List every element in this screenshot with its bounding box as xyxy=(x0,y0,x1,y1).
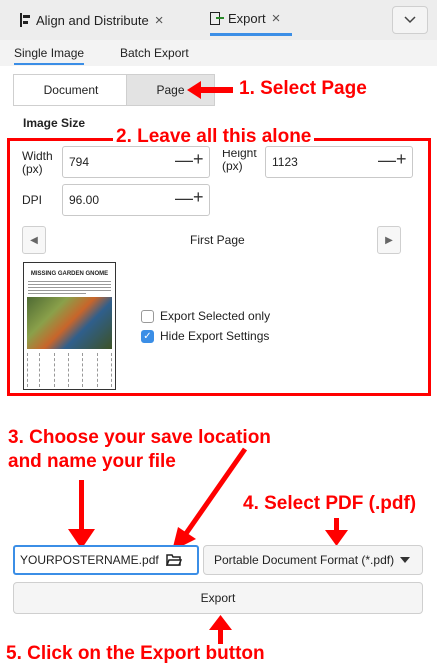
export-button[interactable]: Export xyxy=(13,582,423,614)
close-icon[interactable]: × xyxy=(272,10,281,27)
annotation-arrow-4 xyxy=(325,518,348,546)
caret-down-icon xyxy=(400,557,411,563)
width-increment-button[interactable]: + xyxy=(193,149,204,170)
folder-open-icon[interactable] xyxy=(165,553,183,566)
annotation-step-5: 5. Click on the Export button xyxy=(6,643,265,664)
width-value: 794 xyxy=(69,155,90,169)
export-area-document-button[interactable]: Document xyxy=(13,74,129,106)
triangle-left-icon: ◀ xyxy=(30,234,38,246)
height-increment-button[interactable]: + xyxy=(396,149,407,170)
file-format-value: Portable Document Format (*.pdf) xyxy=(214,553,395,567)
tab-align-label: Align and Distribute xyxy=(36,12,149,28)
close-icon[interactable]: × xyxy=(155,12,164,29)
poster-text-block xyxy=(28,281,111,294)
tab-single-image[interactable]: Single Image xyxy=(14,46,85,65)
previous-page-button[interactable]: ◀ xyxy=(22,226,46,254)
tab-export[interactable]: Export × xyxy=(210,4,292,36)
height-value: 1123 xyxy=(272,155,298,169)
dpi-decrement-button[interactable]: — xyxy=(175,188,193,209)
hide-export-settings-checkbox[interactable]: ✓ xyxy=(141,330,154,343)
export-icon xyxy=(210,11,224,26)
triangle-right-icon: ▶ xyxy=(385,234,393,246)
dpi-increment-button[interactable]: + xyxy=(193,187,204,208)
annotation-step-1: 1. Select Page xyxy=(239,78,367,100)
width-label: Width (px) xyxy=(22,149,53,176)
image-size-heading: Image Size xyxy=(23,116,86,130)
annotation-arrow-1 xyxy=(187,81,233,99)
annotation-step-4: 4. Select PDF (.pdf) xyxy=(243,493,417,514)
align-icon xyxy=(20,13,30,27)
next-page-button[interactable]: ▶ xyxy=(377,226,401,254)
tab-batch-export[interactable]: Batch Export xyxy=(120,46,189,60)
filename-value: YOURPOSTERNAME.pdf xyxy=(20,553,159,567)
poster-photo xyxy=(27,297,112,349)
poster-tear-tabs xyxy=(27,353,112,387)
annotation-arrow-5 xyxy=(209,615,232,644)
height-label: Height (px) xyxy=(222,150,257,173)
tab-align-and-distribute[interactable]: Align and Distribute × xyxy=(20,4,164,36)
dpi-value: 96.00 xyxy=(69,193,100,207)
file-format-select[interactable]: Portable Document Format (*.pdf) xyxy=(203,545,423,575)
annotation-step-2: 2. Leave all this alone xyxy=(113,126,315,148)
tabs-menu-button[interactable] xyxy=(392,6,428,34)
tab-export-label: Export xyxy=(228,11,266,26)
width-decrement-button[interactable]: — xyxy=(175,150,193,171)
hide-export-settings-label: Hide Export Settings xyxy=(160,329,270,343)
height-decrement-button[interactable]: — xyxy=(378,150,396,171)
poster-title: MISSING GARDEN GNOME xyxy=(30,271,109,277)
chevron-down-icon xyxy=(404,16,416,24)
dpi-label: DPI xyxy=(22,193,43,207)
export-selected-checkbox[interactable] xyxy=(141,310,154,323)
export-selected-label: Export Selected only xyxy=(160,309,271,323)
page-nav-label: First Page xyxy=(190,233,245,247)
export-preview-thumbnail: MISSING GARDEN GNOME xyxy=(23,262,116,390)
